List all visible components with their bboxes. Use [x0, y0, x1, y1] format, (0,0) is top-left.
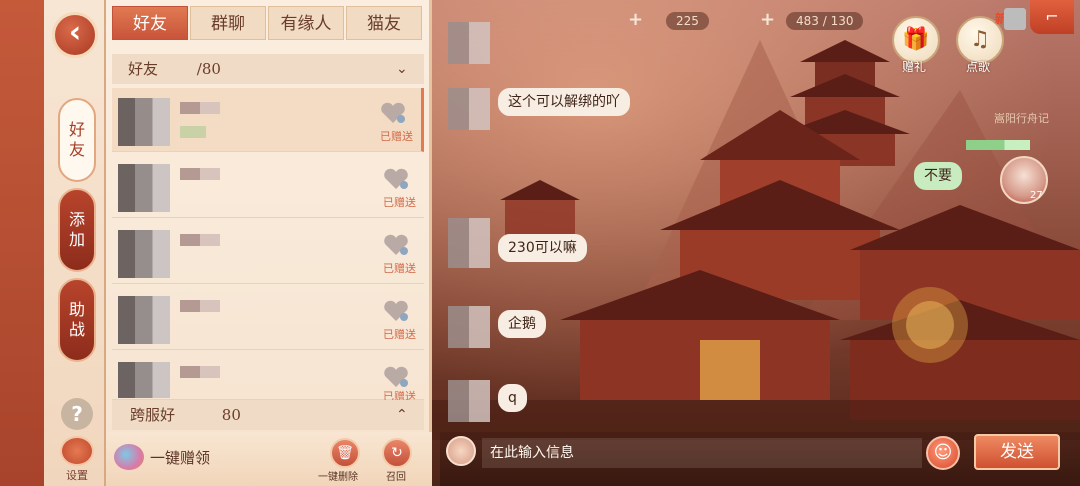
- cross-server-header-label: 跨服好: [130, 406, 176, 424]
- my-chat-message: 不要: [914, 162, 962, 190]
- friend-row[interactable]: 已赠送: [112, 286, 424, 350]
- tab-destined[interactable]: 有缘人: [268, 6, 344, 40]
- heart-icon[interactable]: [382, 366, 410, 388]
- chat-avatar[interactable]: [448, 218, 490, 268]
- friend-name-redacted: [180, 366, 220, 378]
- side-tab-add-label-top: 添: [68, 210, 85, 229]
- heart-icon[interactable]: [379, 102, 407, 124]
- heart-icon[interactable]: [382, 168, 410, 190]
- chat-message: 企鹅: [498, 310, 546, 338]
- friend-row[interactable]: 已赠送: [112, 154, 424, 218]
- chat-message: 230可以嘛: [498, 234, 587, 262]
- trash-icon[interactable]: 🗑: [330, 438, 360, 468]
- friend-avatar: [118, 362, 170, 398]
- my-level-badge: 27: [1030, 190, 1043, 201]
- gifted-label: 已赠送: [383, 262, 416, 275]
- gift-button[interactable]: 🎁: [892, 16, 940, 64]
- help-icon[interactable]: ?: [61, 398, 93, 430]
- friend-status-redacted: [180, 126, 206, 138]
- friend-avatar: [118, 98, 170, 146]
- voice-icon[interactable]: [446, 436, 476, 466]
- tab-cat-friends[interactable]: 猫友: [346, 6, 422, 40]
- side-tab-assist-label-top: 助: [68, 300, 85, 319]
- heart-icon[interactable]: [382, 234, 410, 256]
- resource-2-value: 483 / 130: [786, 12, 864, 30]
- settings-icon[interactable]: [60, 436, 94, 466]
- side-tab-friends[interactable]: 好 友: [58, 98, 96, 182]
- side-tab-assist[interactable]: 助 战: [58, 278, 96, 362]
- recall-label: 召回: [386, 472, 406, 483]
- claim-all-icon[interactable]: [114, 444, 144, 470]
- chat-message: 这个可以解绑的吖: [498, 88, 630, 116]
- side-tab-friends-label-bottom: 友: [68, 140, 85, 159]
- gifted-label: 已赠送: [383, 196, 416, 209]
- friend-avatar: [118, 164, 170, 212]
- friends-section-header[interactable]: 好友 /80 ⌄: [112, 54, 424, 84]
- my-name-redacted: [966, 140, 1030, 150]
- recall-icon[interactable]: ↻: [382, 438, 412, 468]
- tab-group-chat[interactable]: 群聊: [190, 6, 266, 40]
- send-button[interactable]: 发送: [974, 434, 1060, 470]
- friend-row[interactable]: 已赠送: [112, 220, 424, 284]
- friend-row[interactable]: 已赠送: [112, 352, 424, 403]
- side-tab-add-label-bottom: 加: [68, 230, 85, 249]
- friend-avatar: [118, 230, 170, 278]
- chevron-down-icon: ⌄: [396, 61, 408, 77]
- gift-label: 赠礼: [902, 60, 927, 74]
- chat-avatar[interactable]: [448, 306, 490, 348]
- gifted-label: 已赠送: [383, 328, 416, 341]
- left-decor-strip: [0, 0, 46, 486]
- friend-avatar: [118, 296, 170, 344]
- chat-avatar[interactable]: [448, 380, 490, 422]
- tab-friends[interactable]: 好友: [112, 6, 188, 40]
- delete-all-label: 一键删除: [318, 472, 358, 483]
- side-tab-friends-label-top: 好: [68, 120, 85, 139]
- friend-panel-tabs: 好友 群聊 有缘人 猫友: [112, 6, 424, 40]
- friend-row[interactable]: 已赠送: [112, 88, 424, 152]
- add-resource-2-icon[interactable]: +: [760, 10, 775, 30]
- chat-avatar[interactable]: [448, 88, 490, 130]
- resource-1-value: 225: [666, 12, 709, 30]
- friends-header-label: 好友: [128, 60, 159, 78]
- scene-caption: 嵩阳行舟记: [994, 112, 1049, 125]
- song-request-label: 点歌: [966, 60, 991, 74]
- chat-message: q: [498, 384, 527, 412]
- chat-avatar[interactable]: [448, 22, 490, 64]
- friend-name-redacted: [180, 168, 220, 180]
- friend-name-redacted: [180, 300, 220, 312]
- friends-header-count: /80: [196, 60, 221, 78]
- menu-icon[interactable]: [1004, 8, 1026, 30]
- resource-bar: + 225 + 483 / 130: [470, 10, 890, 32]
- cross-server-section-header[interactable]: 跨服好 80 ⌃: [112, 400, 424, 430]
- heart-icon[interactable]: [382, 300, 410, 322]
- cross-server-header-count: 80: [221, 406, 241, 424]
- chevron-up-icon: ⌃: [396, 407, 408, 423]
- settings-label: 设置: [66, 469, 88, 482]
- friend-name-redacted: [180, 102, 220, 114]
- back-button[interactable]: ‹: [52, 12, 98, 58]
- collapse-icon[interactable]: ⌐: [1030, 0, 1074, 34]
- gifted-label: 已赠送: [380, 130, 413, 143]
- friend-name-redacted: [180, 234, 220, 246]
- emoji-icon[interactable]: ☺: [926, 436, 960, 470]
- side-tab-add[interactable]: 添 加: [58, 188, 96, 272]
- claim-all-button[interactable]: 一键赠领: [150, 447, 210, 468]
- chat-input[interactable]: [482, 438, 922, 468]
- add-resource-1-icon[interactable]: +: [628, 10, 643, 30]
- side-tab-assist-label-bottom: 战: [68, 320, 85, 339]
